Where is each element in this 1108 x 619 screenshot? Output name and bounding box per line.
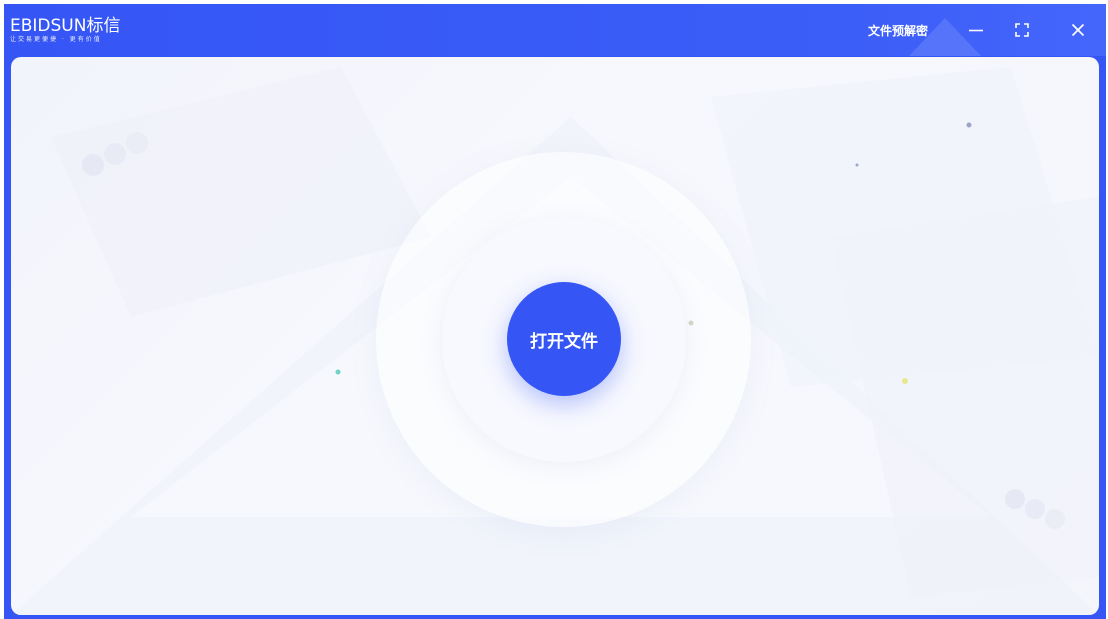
close-icon — [1071, 23, 1085, 37]
title-bar: EBIDSUN标信 让交易更便捷 · 更有价值 文件预解密 — [4, 4, 1106, 56]
close-button[interactable] — [1061, 16, 1095, 44]
app-title: 文件预解密 — [868, 24, 929, 38]
brand-logo: EBIDSUN标信 让交易更便捷 · 更有价值 — [10, 16, 120, 44]
brand-name: EBIDSUN标信 — [10, 16, 121, 36]
brand-tagline: 让交易更便捷 · 更有价值 — [10, 36, 102, 43]
fullscreen-icon — [1015, 23, 1029, 37]
fullscreen-button[interactable] — [1005, 16, 1039, 44]
minimize-button[interactable] — [959, 16, 993, 44]
app-window: EBIDSUN标信 让交易更便捷 · 更有价值 文件预解密 打开文件 — [4, 4, 1106, 619]
main-panel: 打开文件 — [11, 57, 1099, 615]
minimize-icon — [969, 29, 983, 32]
open-file-button[interactable]: 打开文件 — [507, 282, 621, 396]
